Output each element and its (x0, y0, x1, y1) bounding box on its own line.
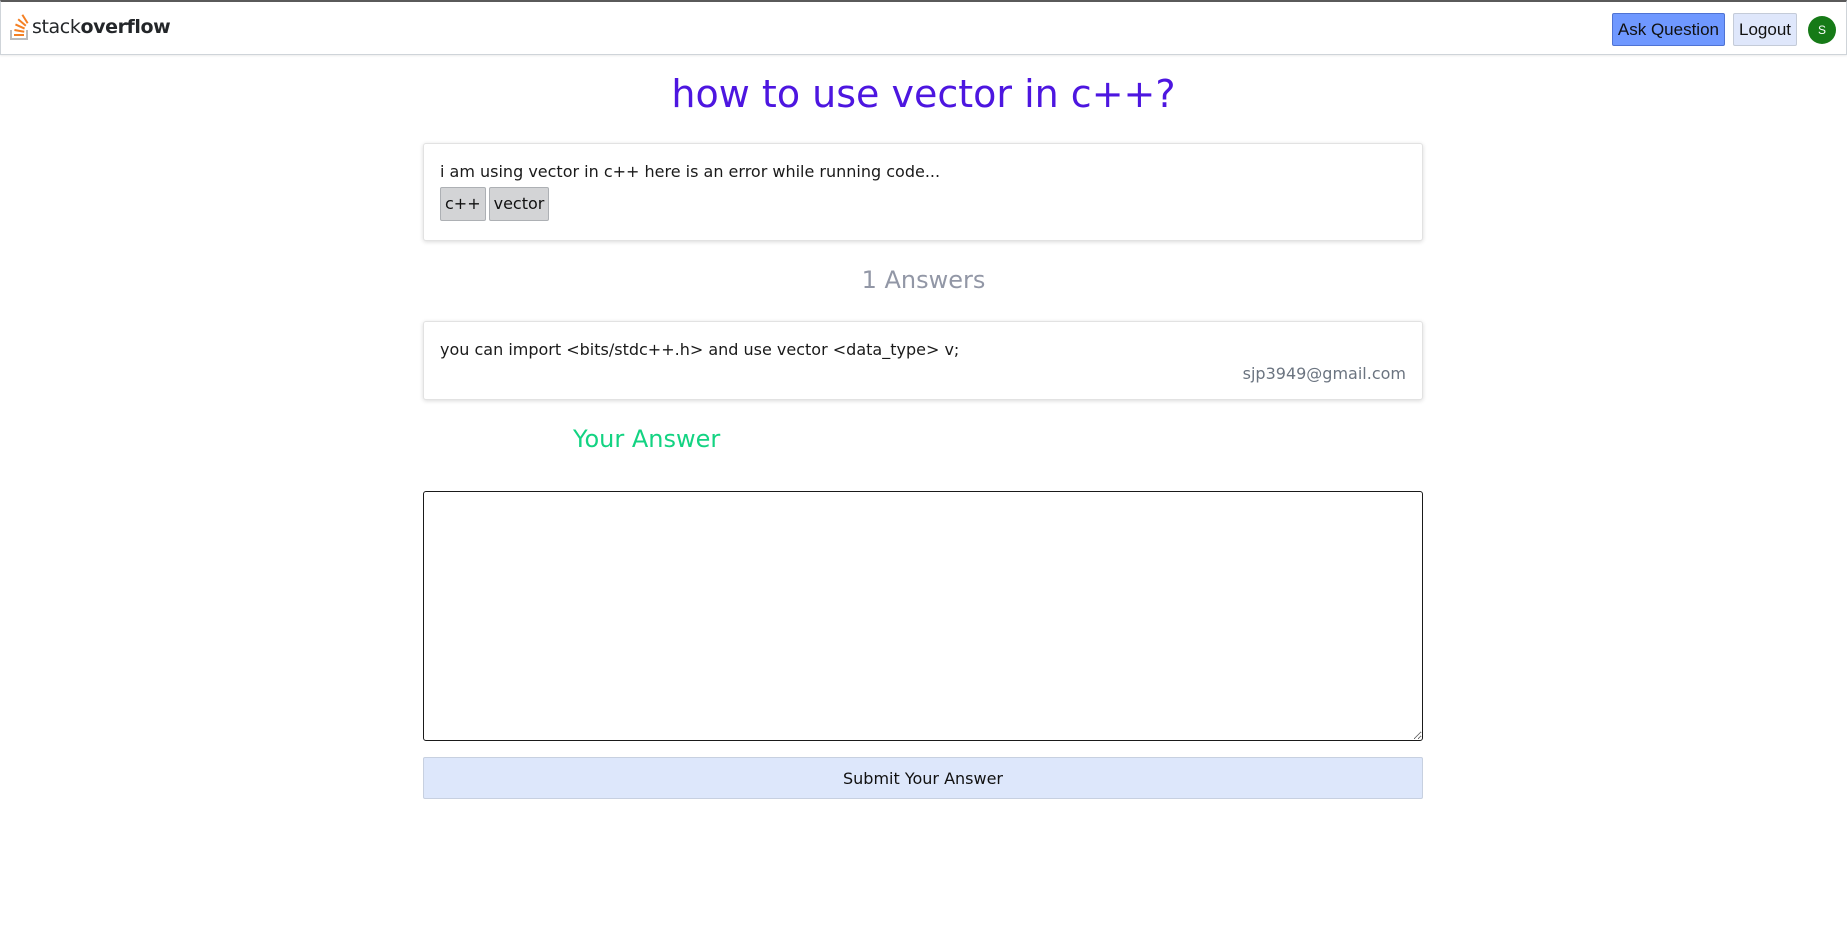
answer-card: you can import <bits/stdc++.h> and use v… (423, 321, 1423, 400)
tag-list: c++ vector (440, 187, 552, 221)
ask-question-button[interactable]: Ask Question (1611, 13, 1725, 46)
answer-body: you can import <bits/stdc++.h> and use v… (440, 340, 960, 359)
stackoverflow-logo-icon (10, 14, 30, 40)
stackoverflow-logo[interactable]: stackoverflow (10, 14, 171, 40)
answer-author: sjp3949@gmail.com (1242, 364, 1406, 383)
question-body: i am using vector in c++ here is an erro… (440, 162, 941, 181)
question-title: how to use vector in c++? (671, 72, 1176, 116)
answer-textarea[interactable] (423, 491, 1423, 741)
submit-answer-button[interactable]: Submit Your Answer (423, 757, 1423, 799)
navbar: stackoverflow Ask Question Logout S (0, 0, 1847, 55)
logout-button[interactable]: Logout (1733, 13, 1797, 46)
tag-vector[interactable]: vector (488, 187, 550, 221)
question-card: i am using vector in c++ here is an erro… (423, 143, 1423, 241)
navbar-actions: Ask Question Logout S (1611, 13, 1836, 46)
your-answer-heading: Your Answer (573, 425, 721, 453)
logo-text-light: stack (32, 16, 81, 38)
answers-count-heading: 1 Answers (861, 266, 986, 294)
logo-text-bold: overflow (80, 16, 171, 38)
avatar[interactable]: S (1808, 15, 1836, 44)
tag-cpp[interactable]: c++ (440, 187, 486, 221)
logo-wordmark: stackoverflow (32, 16, 171, 38)
